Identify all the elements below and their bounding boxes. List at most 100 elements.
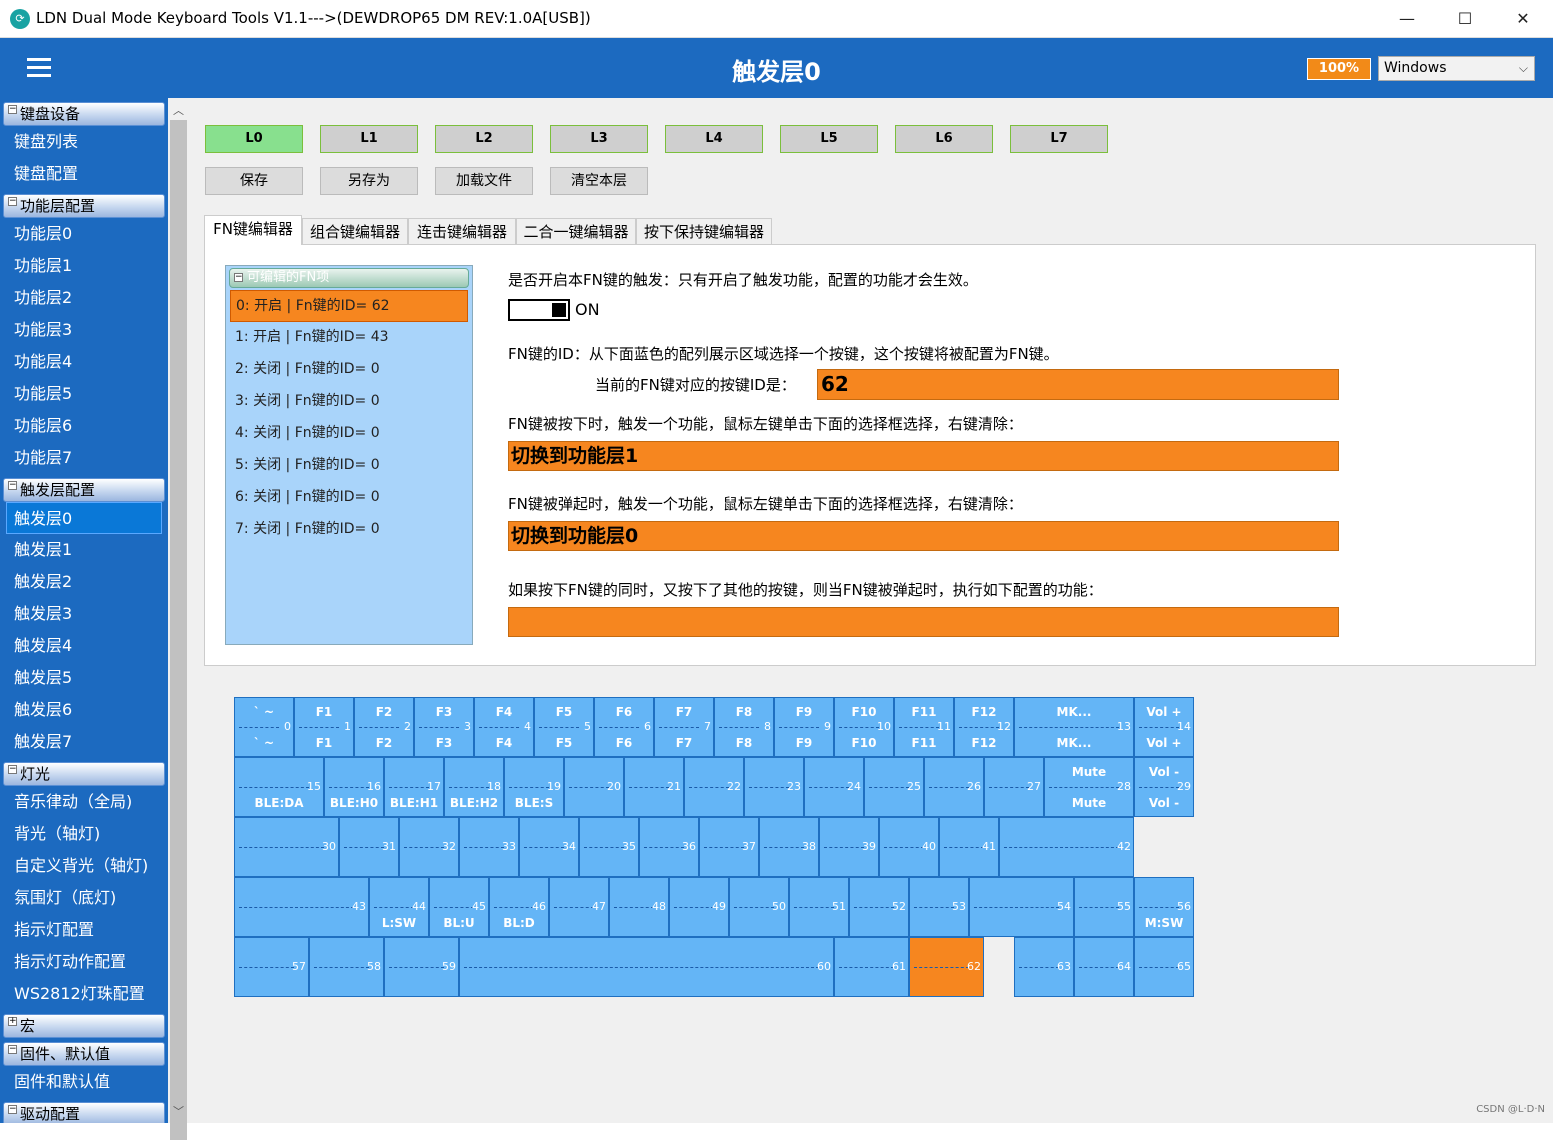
keyboard-key[interactable]: F1111F11 [894, 697, 954, 757]
keyboard-key[interactable]: F88F8 [714, 697, 774, 757]
keyboard-key[interactable]: 65 [1134, 937, 1194, 997]
keyboard-key[interactable]: F11F1 [294, 697, 354, 757]
expand-toggle-icon[interactable]: − [8, 481, 17, 490]
scroll-up-icon[interactable]: ︿ [168, 102, 189, 118]
close-button[interactable]: ✕ [1494, 0, 1552, 38]
sidebar-item[interactable]: 音乐律动（全局) [0, 786, 168, 818]
keyboard-key[interactable]: ` ~0` ~ [234, 697, 294, 757]
layer-button-l2[interactable]: L2 [435, 125, 533, 153]
fn-list-header[interactable]: −可编辑的FN项 [229, 268, 469, 288]
keyboard-key[interactable]: 24 [804, 757, 864, 817]
layer-button-l5[interactable]: L5 [780, 125, 878, 153]
fn-list-item[interactable]: 3: 关闭 | Fn键的ID= 0 [226, 386, 472, 418]
sidebar-section[interactable]: −驱动配置 [3, 1102, 165, 1123]
keyboard-key[interactable]: 19BLE:S [504, 757, 564, 817]
release-function-select[interactable]: 切换到功能层0 [508, 521, 1339, 551]
keyboard-key[interactable]: 60 [459, 937, 834, 997]
keyboard-key[interactable]: Mute28Mute [1044, 757, 1134, 817]
keyboard-key[interactable]: F99F9 [774, 697, 834, 757]
sidebar-item[interactable]: 指示灯配置 [0, 914, 168, 946]
keyboard-key[interactable]: 45BL:U [429, 877, 489, 937]
sidebar-item[interactable]: 指示灯动作配置 [0, 946, 168, 978]
clear-layer-button[interactable]: 清空本层 [550, 167, 648, 195]
keyboard-key[interactable]: 53 [909, 877, 969, 937]
scroll-down-icon[interactable]: ﹀ [168, 1103, 189, 1119]
sidebar-item[interactable]: 触发层7 [0, 726, 168, 758]
sidebar-item[interactable]: 触发层5 [0, 662, 168, 694]
keyboard-key[interactable]: 25 [864, 757, 924, 817]
keyboard-key[interactable]: 46BL:D [489, 877, 549, 937]
sidebar-item[interactable]: 触发层6 [0, 694, 168, 726]
keyboard-key[interactable]: 39 [819, 817, 879, 877]
keyboard-key[interactable]: 18BLE:H2 [444, 757, 504, 817]
keyboard-key[interactable]: 32 [399, 817, 459, 877]
expand-toggle-icon[interactable]: − [8, 197, 17, 206]
sidebar-item[interactable]: 触发层0 [6, 502, 162, 534]
current-id-field[interactable]: 62 [817, 369, 1339, 400]
fn-enable-toggle[interactable] [508, 299, 570, 321]
keyboard-key[interactable]: 59 [384, 937, 459, 997]
sidebar-item[interactable]: 功能层4 [0, 346, 168, 378]
keyboard-key[interactable]: 30 [234, 817, 339, 877]
sidebar-section[interactable]: −键盘设备 [3, 102, 165, 126]
sidebar-section[interactable]: −功能层配置 [3, 194, 165, 218]
keyboard-key[interactable]: F22F2 [354, 697, 414, 757]
fn-list-item[interactable]: 1: 开启 | Fn键的ID= 43 [226, 322, 472, 354]
keyboard-key[interactable]: 15BLE:DA [234, 757, 324, 817]
keyboard-key[interactable]: F33F3 [414, 697, 474, 757]
sidebar-item[interactable]: 触发层3 [0, 598, 168, 630]
keyboard-key[interactable]: 63 [1014, 937, 1074, 997]
keyboard-key[interactable]: 61 [834, 937, 909, 997]
keyboard-key[interactable]: 27 [984, 757, 1044, 817]
fn-list-item[interactable]: 2: 关闭 | Fn键的ID= 0 [226, 354, 472, 386]
sidebar-item[interactable]: 功能层1 [0, 250, 168, 282]
keyboard-key[interactable]: F1212F12 [954, 697, 1014, 757]
keyboard-key[interactable]: 58 [309, 937, 384, 997]
keyboard-key[interactable]: 33 [459, 817, 519, 877]
sidebar-item[interactable]: 触发层2 [0, 566, 168, 598]
sidebar-item[interactable]: 功能层0 [0, 218, 168, 250]
sidebar-item[interactable]: 自定义背光（轴灯) [0, 850, 168, 882]
tab-1[interactable]: 组合键编辑器 [302, 218, 408, 244]
keyboard-key[interactable]: 62 [909, 937, 984, 997]
save-as-button[interactable]: 另存为 [320, 167, 418, 195]
layer-button-l4[interactable]: L4 [665, 125, 763, 153]
keyboard-key[interactable]: F77F7 [654, 697, 714, 757]
keyboard-key[interactable]: Vol -29Vol - [1134, 757, 1194, 817]
press-function-select[interactable]: 切换到功能层1 [508, 441, 1339, 471]
tab-2[interactable]: 连击键编辑器 [408, 218, 516, 244]
scrollbar-thumb[interactable] [170, 120, 187, 1140]
keyboard-key[interactable]: 16BLE:H0 [324, 757, 384, 817]
combo-function-select[interactable] [508, 607, 1339, 637]
sidebar-section[interactable]: +宏 [3, 1014, 165, 1038]
tab-0[interactable]: FN键编辑器 [204, 215, 302, 245]
keyboard-key[interactable]: MK...13MK... [1014, 697, 1134, 757]
sidebar-item[interactable]: WS2812灯珠配置 [0, 978, 168, 1010]
sidebar-item[interactable]: 功能层3 [0, 314, 168, 346]
fn-list-item[interactable]: 7: 关闭 | Fn键的ID= 0 [226, 514, 472, 546]
keyboard-key[interactable]: 49 [669, 877, 729, 937]
layer-button-l6[interactable]: L6 [895, 125, 993, 153]
os-select[interactable]: Windows ⌵ [1378, 56, 1535, 81]
layer-button-l0[interactable]: L0 [205, 125, 303, 153]
save-button[interactable]: 保存 [205, 167, 303, 195]
keyboard-key[interactable]: 64 [1074, 937, 1134, 997]
keyboard-key[interactable]: 21 [624, 757, 684, 817]
sidebar-item[interactable]: 触发层1 [0, 534, 168, 566]
keyboard-key[interactable]: F66F6 [594, 697, 654, 757]
keyboard-key[interactable]: 57 [234, 937, 309, 997]
tab-3[interactable]: 二合一键编辑器 [516, 218, 636, 244]
sidebar-item[interactable]: 键盘列表 [0, 126, 168, 158]
sidebar-item[interactable]: 功能层6 [0, 410, 168, 442]
sidebar-item[interactable]: 功能层7 [0, 442, 168, 474]
keyboard-key[interactable]: 54 [969, 877, 1074, 937]
keyboard-key[interactable]: F55F5 [534, 697, 594, 757]
layer-button-l1[interactable]: L1 [320, 125, 418, 153]
sidebar-item[interactable]: 功能层5 [0, 378, 168, 410]
keyboard-key[interactable]: 38 [759, 817, 819, 877]
load-file-button[interactable]: 加载文件 [435, 167, 533, 195]
expand-toggle-icon[interactable]: + [8, 1017, 17, 1026]
keyboard-key[interactable]: F1010F10 [834, 697, 894, 757]
keyboard-key[interactable]: 43 [234, 877, 369, 937]
keyboard-key[interactable]: 36 [639, 817, 699, 877]
